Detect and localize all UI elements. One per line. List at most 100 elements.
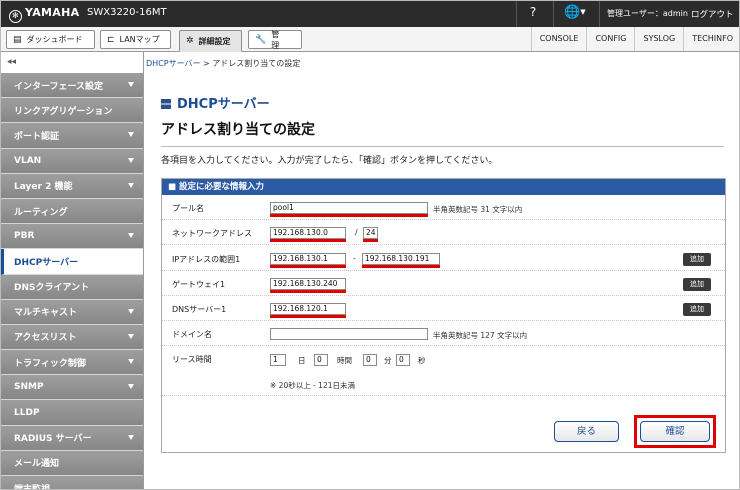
add-ip-range-button[interactable]: 追加: [683, 253, 711, 266]
pool-name-row: プール名 pool1 半角英数記号 31 文字以内: [162, 195, 725, 220]
network-address-label: ネットワークアドレス: [172, 229, 252, 238]
lease-time-note: ※ 20秒以上 - 121日未満: [270, 381, 356, 390]
sidebar-item[interactable]: 端末監視: [1, 476, 144, 489]
model-name: SWX3220-16MT: [87, 7, 167, 18]
console-link[interactable]: CONSOLE: [530, 27, 587, 51]
pool-name-label: プール名: [172, 204, 204, 213]
divider: [143, 52, 144, 489]
highlight-underline: [270, 290, 346, 293]
tab-label: LANマップ: [119, 35, 160, 44]
back-button[interactable]: 戻る: [554, 421, 619, 442]
tab-label: ダッシュボード: [26, 35, 83, 44]
sidebar-item[interactable]: アクセスリスト: [1, 324, 144, 351]
breadcrumb-current: アドレス割り当ての設定: [212, 59, 301, 68]
ip-range-end-input[interactable]: 192.168.130.191: [362, 253, 440, 265]
wrench-icon: 🔧: [255, 34, 267, 45]
chevron-down-icon: [128, 233, 134, 239]
domain-name-label: ドメイン名: [172, 330, 212, 339]
logout-link[interactable]: ログアウト: [691, 8, 734, 20]
utility-links: CONSOLE CONFIG SYSLOG TECHINFO: [530, 27, 739, 51]
yamaha-logo: ✻ YAMAHA: [9, 6, 79, 23]
pool-name-hint: 半角英数記号 31 文字以内: [433, 205, 523, 214]
tab-dashboard[interactable]: ▤ ダッシュボード: [6, 30, 95, 49]
prefix-length-input[interactable]: 24: [363, 227, 378, 239]
settings-form-panel: ■ 設定に必要な情報入力 プール名 pool1 半角英数記号 31 文字以内 ネ…: [161, 178, 726, 453]
sidebar-item[interactable]: RADIUS サーバー: [1, 425, 144, 451]
lease-minutes-input[interactable]: 0: [363, 354, 377, 366]
sidebar-nav: インターフェース設定リンクアグリゲーションポート認証 VLAN Layer 2 機能…: [1, 73, 144, 489]
lease-hours-input[interactable]: 0: [314, 354, 328, 366]
techinfo-link[interactable]: TECHINFO: [683, 27, 739, 51]
sidebar: ◂◂ インターフェース設定リンクアグリゲーションポート認証 VLAN Layer 2…: [1, 52, 144, 489]
sidebar-item-label: ポート認証: [14, 131, 60, 142]
chevron-down-icon: [128, 359, 134, 365]
sidebar-item-label: マルチキャスト: [14, 308, 78, 319]
sidebar-item[interactable]: LLDP: [1, 400, 144, 426]
divider: [553, 1, 554, 27]
tab-lan-map[interactable]: ⊏ LANマップ: [100, 30, 171, 49]
section-icon: [161, 99, 171, 109]
sidebar-item[interactable]: SNMP: [1, 375, 144, 401]
sidebar-item[interactable]: Layer 2 機能: [1, 173, 144, 199]
pool-name-input[interactable]: pool1: [270, 202, 428, 214]
collapse-sidebar-button[interactable]: ◂◂: [1, 52, 144, 73]
sidebar-item[interactable]: DHCPサーバー: [1, 249, 144, 275]
lease-days-input[interactable]: 1: [270, 354, 286, 366]
dns-server-input[interactable]: 192.168.120.1: [270, 303, 346, 315]
tab-advanced-settings[interactable]: ✲ 詳細設定: [179, 30, 242, 52]
add-dns-server-button[interactable]: 追加: [683, 303, 711, 316]
sidebar-item[interactable]: マルチキャスト: [1, 299, 144, 325]
breadcrumb-separator: >: [200, 59, 213, 68]
sidebar-item[interactable]: インターフェース設定: [1, 73, 144, 99]
sidebar-item[interactable]: VLAN: [1, 148, 144, 174]
gateway-row: ゲートウェイ1 192.168.130.240 追加: [162, 271, 725, 296]
sidebar-item[interactable]: PBR: [1, 224, 144, 250]
page-title: アドレス割り当ての設定: [161, 122, 315, 138]
app-frame: ✻ YAMAHA SWX3220-16MT ? 🌐▼ 管理ユーザー：admin ロ…: [0, 0, 740, 490]
minutes-unit: 分: [384, 356, 392, 365]
sidebar-item-label: アクセスリスト: [14, 333, 77, 344]
sidebar-item-label: インターフェース設定: [14, 81, 104, 92]
highlight-underline: [363, 239, 378, 242]
network-address-input[interactable]: 192.168.130.0: [270, 227, 346, 239]
config-link[interactable]: CONFIG: [586, 27, 634, 51]
lease-seconds-input[interactable]: 0: [396, 354, 410, 366]
lease-time-label: リース時間: [172, 355, 212, 364]
lan-map-icon: ⊏: [107, 34, 115, 45]
sidebar-item[interactable]: リンクアグリゲーション: [1, 98, 144, 124]
language-selector[interactable]: 🌐▼: [564, 5, 586, 20]
prefix-separator: /: [355, 228, 358, 237]
sidebar-item[interactable]: メール通知: [1, 450, 144, 476]
lease-time-row: リース時間 1 日 0 時間 0 分 0 秒 ※ 20秒以上 - 121日未満: [162, 346, 725, 396]
ip-range-start-input[interactable]: 192.168.130.1: [270, 253, 346, 265]
domain-name-row: ドメイン名 半角英数記号 127 文字以内: [162, 321, 725, 346]
domain-name-input[interactable]: [270, 328, 428, 340]
confirm-button[interactable]: 確認: [640, 421, 710, 442]
page-category: DHCPサーバー: [161, 93, 270, 112]
sidebar-item[interactable]: DNSクライアント: [1, 274, 144, 300]
sidebar-item-label: DHCPサーバー: [14, 257, 79, 268]
sidebar-item-label: LLDP: [14, 407, 40, 418]
sidebar-item[interactable]: ポート認証: [1, 123, 144, 149]
gear-icon: ✲: [186, 36, 194, 46]
logo-text: YAMAHA: [25, 6, 80, 19]
tab-label: 詳細設定: [198, 36, 231, 46]
network-address-row: ネットワークアドレス 192.168.130.0 / 24: [162, 220, 725, 245]
breadcrumb-link[interactable]: DHCPサーバー: [146, 59, 201, 68]
highlight-underline: [270, 214, 428, 217]
seconds-unit: 秒: [418, 356, 426, 365]
sidebar-item-label: VLAN: [14, 155, 42, 166]
gateway-label: ゲートウェイ1: [172, 280, 226, 289]
help-icon[interactable]: ?: [525, 5, 541, 19]
add-gateway-button[interactable]: 追加: [683, 278, 711, 291]
tab-management[interactable]: 🔧 管 理: [248, 30, 302, 50]
sidebar-item[interactable]: トラフィック制御: [1, 350, 144, 376]
chevron-down-icon: [128, 333, 134, 339]
sidebar-item-label: SNMP: [14, 382, 44, 393]
category-label: DHCPサーバー: [177, 97, 270, 112]
range-separator: -: [353, 254, 356, 263]
days-unit: 日: [298, 356, 306, 365]
syslog-link[interactable]: SYSLOG: [634, 27, 683, 51]
gateway-input[interactable]: 192.168.130.240: [270, 278, 346, 290]
sidebar-item[interactable]: ルーティング: [1, 198, 144, 225]
